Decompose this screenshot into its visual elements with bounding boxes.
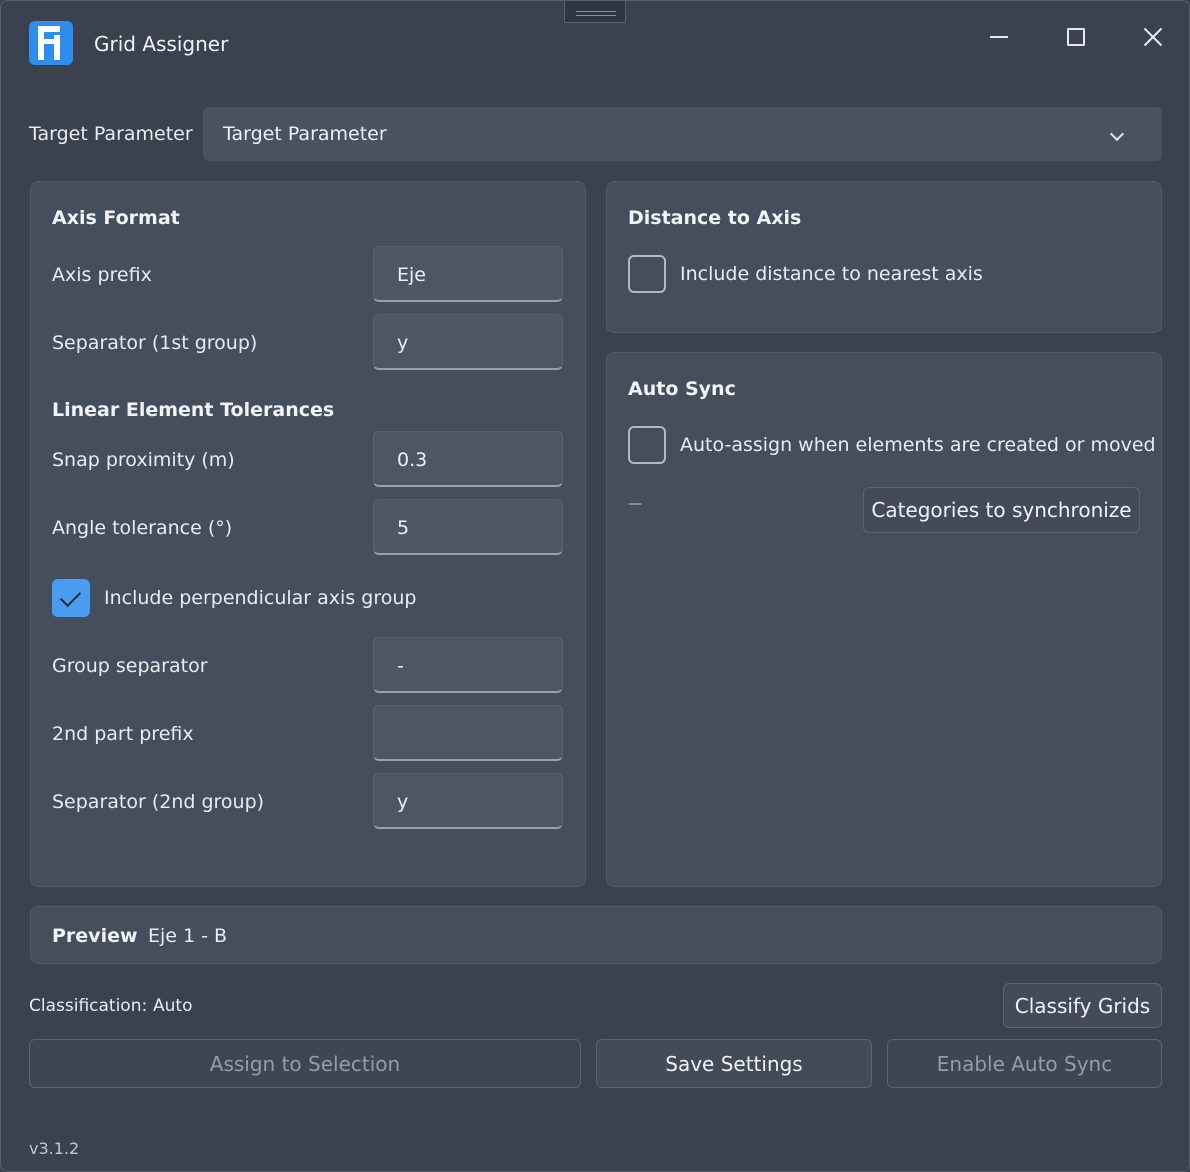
include-distance-label: Include distance to nearest axis <box>680 263 983 285</box>
axis-format-card: Axis Format Axis prefix Eje Separator (1… <box>30 181 586 887</box>
auto-sync-title: Auto Sync <box>628 378 736 400</box>
axis-format-title: Axis Format <box>52 207 180 229</box>
second-prefix-label: 2nd part prefix <box>52 723 194 745</box>
separator-second-label: Separator (2nd group) <box>52 791 265 813</box>
chevron-down-icon <box>1109 126 1125 142</box>
snap-proximity-label: Snap proximity (m) <box>52 449 235 471</box>
auto-assign-label: Auto-assign when elements are created or… <box>680 434 1156 456</box>
target-parameter-value: Target Parameter <box>223 123 387 145</box>
snap-proximity-value: 0.3 <box>397 449 428 471</box>
include-perpendicular-label: Include perpendicular axis group <box>104 587 417 609</box>
version-label: v3.1.2 <box>29 1139 80 1158</box>
maximize-icon[interactable] <box>1056 21 1096 53</box>
assign-to-selection-button[interactable]: Assign to Selection <box>29 1039 581 1088</box>
classification-value: Auto <box>153 996 193 1016</box>
include-perpendicular-checkbox[interactable] <box>52 579 90 617</box>
angle-tolerance-label: Angle tolerance (°) <box>52 517 233 539</box>
auto-sync-card: Auto Sync Auto-assign when elements are … <box>606 352 1162 887</box>
classification-label: Classification: <box>29 996 148 1016</box>
categories-to-synchronize-button[interactable]: Categories to synchronize <box>863 487 1140 533</box>
distance-to-axis-card: Distance to Axis Include distance to nea… <box>606 181 1162 333</box>
app-logo-icon <box>29 21 73 65</box>
separator-second-input[interactable]: y <box>373 773 563 829</box>
tolerances-title: Linear Element Tolerances <box>52 399 335 421</box>
axis-prefix-input[interactable]: Eje <box>373 246 563 302</box>
angle-tolerance-input[interactable]: 5 <box>373 499 563 555</box>
target-parameter-label: Target Parameter <box>29 123 193 145</box>
target-parameter-dropdown[interactable]: Target Parameter <box>203 107 1162 161</box>
preview-value: Eje 1 - B <box>148 925 228 947</box>
snap-proximity-input[interactable]: 0.3 <box>373 431 563 487</box>
group-separator-input[interactable]: - <box>373 637 563 693</box>
classify-grids-button[interactable]: Classify Grids <box>1003 983 1162 1028</box>
auto-assign-checkbox[interactable] <box>628 426 666 464</box>
separator-first-input[interactable]: y <box>373 314 563 370</box>
separator-first-value: y <box>397 332 409 354</box>
axis-prefix-label: Axis prefix <box>52 264 152 286</box>
save-settings-button[interactable]: Save Settings <box>596 1039 872 1088</box>
angle-tolerance-value: 5 <box>397 517 410 539</box>
separator-second-value: y <box>397 791 409 813</box>
axis-prefix-value: Eje <box>397 264 426 286</box>
group-separator-value: - <box>397 655 404 677</box>
group-separator-label: Group separator <box>52 655 208 677</box>
preview-label: Preview <box>52 925 138 947</box>
preview-card: Preview Eje 1 - B <box>30 906 1162 964</box>
minimize-icon[interactable] <box>979 21 1019 53</box>
drag-handle[interactable] <box>564 1 626 23</box>
distance-to-axis-title: Distance to Axis <box>628 207 802 229</box>
second-prefix-input[interactable] <box>373 705 563 761</box>
close-icon[interactable] <box>1133 21 1173 53</box>
app-window: Grid Assigner Target Parameter Target Pa… <box>0 0 1190 1172</box>
categories-count: — <box>628 496 642 512</box>
enable-auto-sync-button[interactable]: Enable Auto Sync <box>887 1039 1162 1088</box>
separator-first-label: Separator (1st group) <box>52 332 258 354</box>
window-title: Grid Assigner <box>94 32 229 56</box>
include-distance-checkbox[interactable] <box>628 255 666 293</box>
